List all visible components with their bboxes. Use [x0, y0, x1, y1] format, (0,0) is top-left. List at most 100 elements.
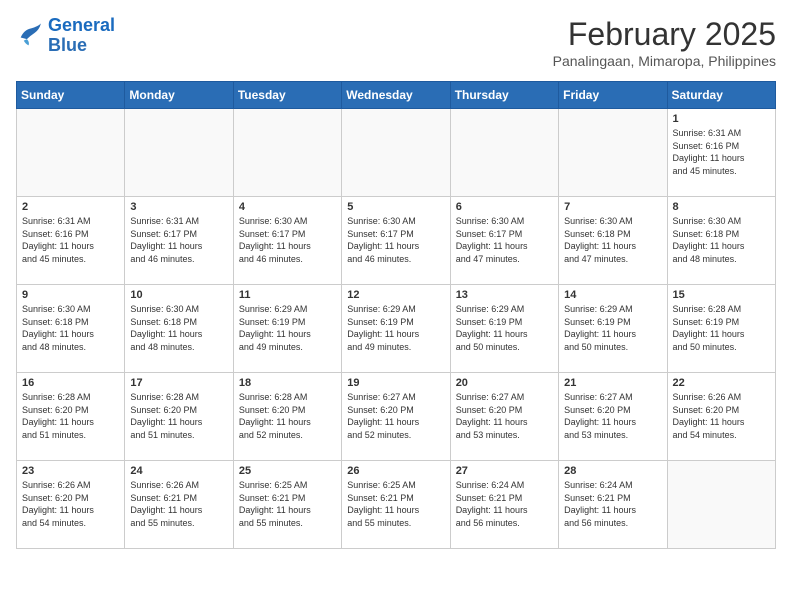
day-number: 8 [673, 201, 770, 213]
day-info: Sunrise: 6:30 AM Sunset: 6:18 PM Dayligh… [673, 215, 770, 265]
day-number: 15 [673, 289, 770, 301]
calendar-week-row: 1Sunrise: 6:31 AM Sunset: 6:16 PM Daylig… [17, 109, 776, 197]
day-number: 20 [456, 377, 553, 389]
day-info: Sunrise: 6:29 AM Sunset: 6:19 PM Dayligh… [347, 303, 444, 353]
day-number: 16 [22, 377, 119, 389]
day-info: Sunrise: 6:25 AM Sunset: 6:21 PM Dayligh… [347, 479, 444, 529]
day-number: 4 [239, 201, 336, 213]
day-number: 21 [564, 377, 661, 389]
day-number: 26 [347, 465, 444, 477]
day-info: Sunrise: 6:27 AM Sunset: 6:20 PM Dayligh… [564, 391, 661, 441]
calendar-day-cell: 21 Sunrise: 6:27 AM Sunset: 6:20 PM Dayli… [559, 373, 667, 461]
weekday-header: Saturday [667, 82, 775, 109]
calendar-day-cell [559, 109, 667, 197]
calendar-day-cell: 22Sunrise: 6:26 AM Sunset: 6:20 PM Dayli… [667, 373, 775, 461]
day-info: Sunrise: 6:28 AM Sunset: 6:20 PM Dayligh… [22, 391, 119, 441]
calendar-day-cell: 3 Sunrise: 6:31 AM Sunset: 6:17 PM Daylig… [125, 197, 233, 285]
weekday-header: Sunday [17, 82, 125, 109]
calendar-day-cell: 8 Sunrise: 6:30 AM Sunset: 6:18 PM Daylig… [667, 197, 775, 285]
day-number: 3 [130, 201, 227, 213]
day-info: Sunrise: 6:28 AM Sunset: 6:20 PM Dayligh… [239, 391, 336, 441]
logo-text: General Blue [48, 16, 115, 56]
calendar-day-cell: 24Sunrise: 6:26 AM Sunset: 6:21 PM Dayli… [125, 461, 233, 549]
day-number: 23 [22, 465, 119, 477]
day-info: Sunrise: 6:30 AM Sunset: 6:18 PM Dayligh… [564, 215, 661, 265]
day-info: Sunrise: 6:31 AM Sunset: 6:16 PM Dayligh… [22, 215, 119, 265]
day-info: Sunrise: 6:28 AM Sunset: 6:19 PM Dayligh… [673, 303, 770, 353]
day-info: Sunrise: 6:30 AM Sunset: 6:17 PM Dayligh… [347, 215, 444, 265]
calendar-day-cell [450, 109, 558, 197]
day-number: 1 [673, 113, 770, 125]
day-info: Sunrise: 6:24 AM Sunset: 6:21 PM Dayligh… [564, 479, 661, 529]
day-info: Sunrise: 6:30 AM Sunset: 6:18 PM Dayligh… [130, 303, 227, 353]
day-number: 14 [564, 289, 661, 301]
calendar-day-cell: 28 Sunrise: 6:24 AM Sunset: 6:21 PM Dayli… [559, 461, 667, 549]
day-info: Sunrise: 6:26 AM Sunset: 6:21 PM Dayligh… [130, 479, 227, 529]
day-number: 10 [130, 289, 227, 301]
day-info: Sunrise: 6:29 AM Sunset: 6:19 PM Dayligh… [456, 303, 553, 353]
calendar-day-cell: 14 Sunrise: 6:29 AM Sunset: 6:19 PM Dayli… [559, 285, 667, 373]
day-info: Sunrise: 6:30 AM Sunset: 6:17 PM Dayligh… [239, 215, 336, 265]
calendar-day-cell: 15 Sunrise: 6:28 AM Sunset: 6:19 PM Dayli… [667, 285, 775, 373]
calendar-day-cell: 17 Sunrise: 6:28 AM Sunset: 6:20 PM Dayli… [125, 373, 233, 461]
day-info: Sunrise: 6:26 AM Sunset: 6:20 PM Dayligh… [22, 479, 119, 529]
day-number: 18 [239, 377, 336, 389]
calendar-day-cell: 4 Sunrise: 6:30 AM Sunset: 6:17 PM Daylig… [233, 197, 341, 285]
weekday-header: Monday [125, 82, 233, 109]
day-number: 6 [456, 201, 553, 213]
calendar-day-cell: 12 Sunrise: 6:29 AM Sunset: 6:19 PM Dayli… [342, 285, 450, 373]
day-info: Sunrise: 6:30 AM Sunset: 6:18 PM Dayligh… [22, 303, 119, 353]
weekday-header: Tuesday [233, 82, 341, 109]
calendar-day-cell [17, 109, 125, 197]
day-info: Sunrise: 6:27 AM Sunset: 6:20 PM Dayligh… [456, 391, 553, 441]
calendar-day-cell: 18 Sunrise: 6:28 AM Sunset: 6:20 PM Dayli… [233, 373, 341, 461]
day-number: 5 [347, 201, 444, 213]
calendar-day-cell: 7 Sunrise: 6:30 AM Sunset: 6:18 PM Daylig… [559, 197, 667, 285]
calendar-day-cell: 26 Sunrise: 6:25 AM Sunset: 6:21 PM Dayli… [342, 461, 450, 549]
calendar-week-row: 23 Sunrise: 6:26 AM Sunset: 6:20 PM Dayli… [17, 461, 776, 549]
location-subtitle: Panalingaan, Mimaropa, Philippines [553, 53, 776, 69]
calendar-week-row: 9 Sunrise: 6:30 AM Sunset: 6:18 PM Daylig… [17, 285, 776, 373]
day-number: 27 [456, 465, 553, 477]
calendar-day-cell: 11 Sunrise: 6:29 AM Sunset: 6:19 PM Dayli… [233, 285, 341, 373]
weekday-header-row: SundayMondayTuesdayWednesdayThursdayFrid… [17, 82, 776, 109]
calendar-day-cell: 19 Sunrise: 6:27 AM Sunset: 6:20 PM Dayli… [342, 373, 450, 461]
calendar-day-cell: 10 Sunrise: 6:30 AM Sunset: 6:18 PM Dayli… [125, 285, 233, 373]
calendar-day-cell [125, 109, 233, 197]
day-info: Sunrise: 6:29 AM Sunset: 6:19 PM Dayligh… [564, 303, 661, 353]
month-title: February 2025 [553, 16, 776, 53]
calendar-day-cell: 9 Sunrise: 6:30 AM Sunset: 6:18 PM Daylig… [17, 285, 125, 373]
calendar-day-cell: 23 Sunrise: 6:26 AM Sunset: 6:20 PM Dayli… [17, 461, 125, 549]
page-header: General Blue February 2025 Panalingaan, … [16, 16, 776, 69]
title-block: February 2025 Panalingaan, Mimaropa, Phi… [553, 16, 776, 69]
day-number: 28 [564, 465, 661, 477]
day-number: 25 [239, 465, 336, 477]
day-number: 13 [456, 289, 553, 301]
day-number: 12 [347, 289, 444, 301]
calendar-day-cell: 13 Sunrise: 6:29 AM Sunset: 6:19 PM Dayli… [450, 285, 558, 373]
calendar-day-cell: 2 Sunrise: 6:31 AM Sunset: 6:16 PM Daylig… [17, 197, 125, 285]
day-number: 17 [130, 377, 227, 389]
calendar-week-row: 16 Sunrise: 6:28 AM Sunset: 6:20 PM Dayli… [17, 373, 776, 461]
day-info: Sunrise: 6:29 AM Sunset: 6:19 PM Dayligh… [239, 303, 336, 353]
calendar-day-cell: 16 Sunrise: 6:28 AM Sunset: 6:20 PM Dayli… [17, 373, 125, 461]
day-number: 19 [347, 377, 444, 389]
calendar-day-cell: 6 Sunrise: 6:30 AM Sunset: 6:17 PM Daylig… [450, 197, 558, 285]
day-number: 22 [673, 377, 770, 389]
day-info: Sunrise: 6:30 AM Sunset: 6:17 PM Dayligh… [456, 215, 553, 265]
weekday-header: Friday [559, 82, 667, 109]
day-info: Sunrise: 6:31 AM Sunset: 6:17 PM Dayligh… [130, 215, 227, 265]
weekday-header: Wednesday [342, 82, 450, 109]
day-info: Sunrise: 6:27 AM Sunset: 6:20 PM Dayligh… [347, 391, 444, 441]
day-number: 2 [22, 201, 119, 213]
day-number: 7 [564, 201, 661, 213]
day-number: 11 [239, 289, 336, 301]
calendar-day-cell [667, 461, 775, 549]
day-info: Sunrise: 6:24 AM Sunset: 6:21 PM Dayligh… [456, 479, 553, 529]
calendar-day-cell: 5 Sunrise: 6:30 AM Sunset: 6:17 PM Daylig… [342, 197, 450, 285]
logo-icon [16, 22, 44, 50]
day-number: 9 [22, 289, 119, 301]
day-info: Sunrise: 6:28 AM Sunset: 6:20 PM Dayligh… [130, 391, 227, 441]
calendar-day-cell: 25Sunrise: 6:25 AM Sunset: 6:21 PM Dayli… [233, 461, 341, 549]
logo: General Blue [16, 16, 115, 56]
